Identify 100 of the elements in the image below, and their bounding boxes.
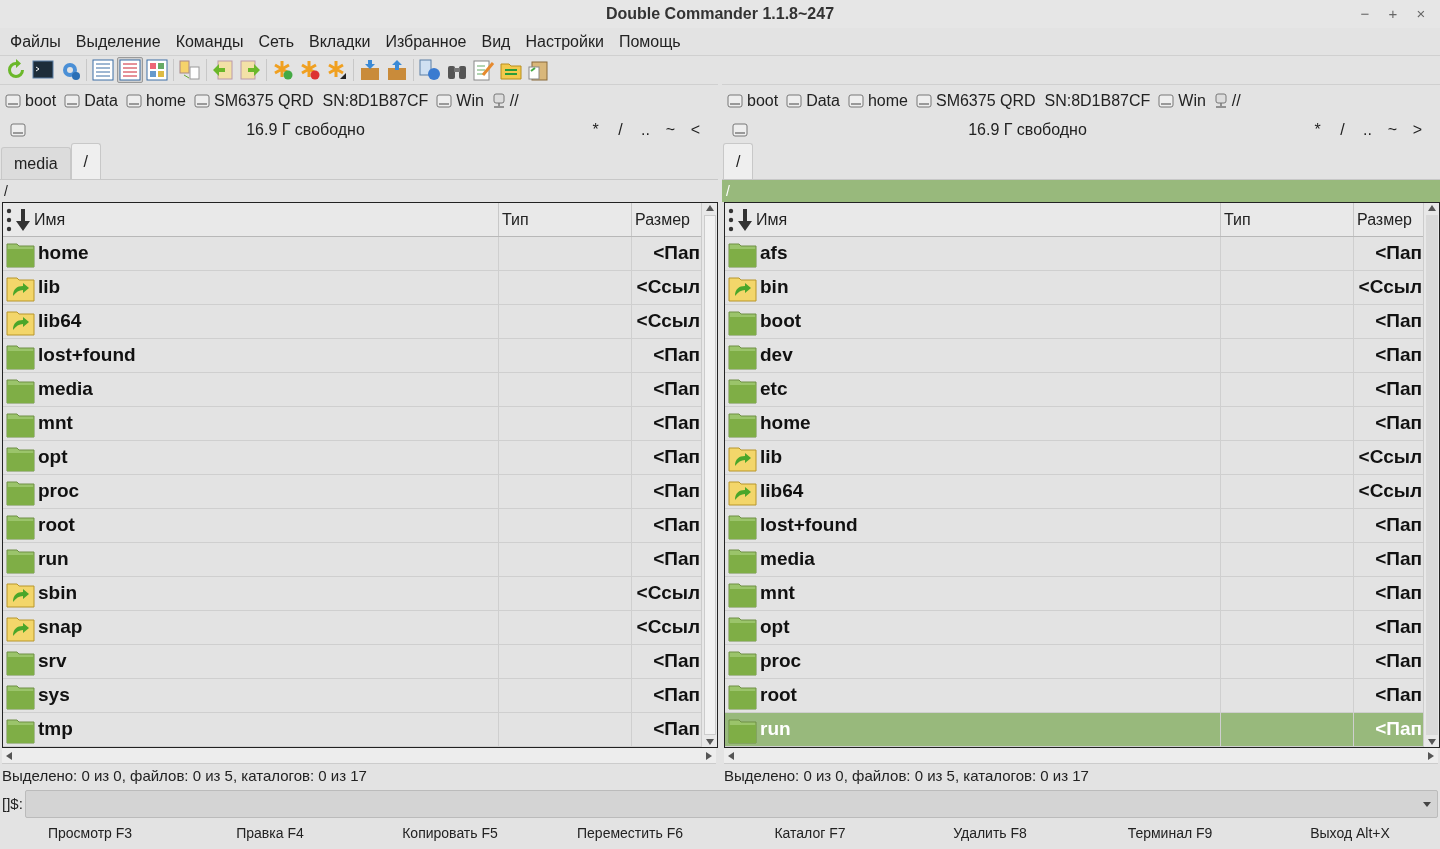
file-row[interactable]: media <Пап: [3, 373, 701, 407]
file-size: <Пап: [1375, 241, 1422, 266]
file-row[interactable]: snap <Ссыл: [3, 611, 701, 645]
file-row[interactable]: media <Пап: [725, 543, 1423, 577]
path-shortcut-button[interactable]: *: [583, 118, 608, 142]
drive-button[interactable]: Win: [1158, 88, 1206, 113]
function-key-button[interactable]: Копировать F5: [360, 822, 540, 844]
file-size: <Пап: [1375, 649, 1422, 674]
function-key-button[interactable]: Правка F4: [180, 822, 360, 844]
file-row[interactable]: sbin <Ссыл: [3, 577, 701, 611]
menu-item[interactable]: Настройки: [518, 29, 611, 54]
function-key-button[interactable]: Терминал F9: [1080, 822, 1260, 844]
tab[interactable]: media: [1, 147, 71, 179]
path-shortcut-button[interactable]: /: [608, 118, 633, 142]
command-input-field[interactable]: [24, 790, 1438, 818]
drive-button[interactable]: Win: [436, 88, 484, 113]
drive-button[interactable]: home: [125, 88, 186, 113]
file-size: <Ссыл: [636, 615, 700, 640]
horizontal-scrollbar[interactable]: [724, 748, 1438, 764]
function-key-button[interactable]: Просмотр F3: [0, 822, 180, 844]
file-row[interactable]: bin <Ссыл: [725, 271, 1423, 305]
file-row[interactable]: boot <Пап: [725, 305, 1423, 339]
file-row[interactable]: run <Пап: [3, 543, 701, 577]
file-name: lost+found: [760, 513, 858, 538]
file-row[interactable]: etc <Пап: [725, 373, 1423, 407]
function-key-button[interactable]: Удалить F8: [900, 822, 1080, 844]
column-header[interactable]: Тип: [1224, 207, 1251, 232]
drive-button[interactable]: SM6375 QRD SN:8D1B87CF: [915, 88, 1151, 113]
path-shortcut-button[interactable]: ~: [1380, 118, 1405, 142]
function-key-button[interactable]: Каталог F7: [720, 822, 900, 844]
file-row[interactable]: lib64 <Ссыл: [3, 305, 701, 339]
file-row[interactable]: srv <Пап: [3, 645, 701, 679]
file-row[interactable]: sys <Пап: [3, 679, 701, 713]
file-size: <Пап: [653, 479, 700, 504]
path-bar: /: [722, 180, 1440, 202]
vertical-scrollbar[interactable]: [1423, 203, 1439, 747]
drive-button[interactable]: Data: [786, 88, 840, 113]
column-header[interactable]: Размер: [635, 207, 690, 232]
path-shortcut-button[interactable]: /: [1330, 118, 1355, 142]
file-row[interactable]: opt <Пап: [725, 611, 1423, 645]
menu-item[interactable]: Команды: [168, 29, 251, 54]
file-row[interactable]: mnt <Пап: [725, 577, 1423, 611]
file-row[interactable]: root <Пап: [725, 679, 1423, 713]
file-row[interactable]: lib64 <Ссыл: [725, 475, 1423, 509]
drive-button[interactable]: SM6375 QRD SN:8D1B87CF: [193, 88, 429, 113]
drive-button[interactable]: boot: [5, 88, 57, 113]
horizontal-scrollbar[interactable]: [2, 748, 716, 764]
file-row[interactable]: proc <Пап: [3, 475, 701, 509]
path-shortcut-button[interactable]: ..: [1355, 118, 1380, 142]
path-shortcut-button[interactable]: <: [683, 118, 708, 142]
file-row[interactable]: lost+found <Пап: [725, 509, 1423, 543]
tab[interactable]: /: [70, 143, 102, 179]
drive-button[interactable]: boot: [727, 88, 779, 113]
file-row[interactable]: lost+found <Пап: [3, 339, 701, 373]
asterisk-minus-icon: [299, 59, 321, 81]
function-key-button[interactable]: Выход Alt+X: [1260, 822, 1440, 844]
file-row[interactable]: dev <Пап: [725, 339, 1423, 373]
file-size: <Пап: [653, 411, 700, 436]
drive-button[interactable]: //: [1213, 88, 1241, 113]
file-row[interactable]: home <Пап: [3, 237, 701, 271]
file-name: dev: [760, 343, 793, 368]
file-row[interactable]: home <Пап: [725, 407, 1423, 441]
close-button[interactable]: ×: [1408, 3, 1434, 25]
column-header[interactable]: Размер: [1357, 207, 1412, 232]
file-row[interactable]: proc <Пап: [725, 645, 1423, 679]
file-row[interactable]: root <Пап: [3, 509, 701, 543]
path-shortcut-button[interactable]: ..: [633, 118, 658, 142]
tab[interactable]: /: [723, 143, 754, 179]
file-name: run: [760, 717, 791, 742]
minimize-button[interactable]: −: [1352, 3, 1378, 25]
file-row[interactable]: afs <Пап: [725, 237, 1423, 271]
drive-button[interactable]: Data: [64, 88, 118, 113]
menu-item[interactable]: Вид: [474, 29, 518, 54]
vertical-scrollbar[interactable]: [701, 203, 717, 747]
drive-list-button[interactable]: [10, 121, 28, 139]
path-shortcut-button[interactable]: *: [1305, 118, 1330, 142]
drive-button[interactable]: //: [491, 88, 519, 113]
file-size: <Пап: [653, 377, 700, 402]
menu-item[interactable]: Избранное: [378, 29, 474, 54]
column-header[interactable]: Тип: [502, 207, 529, 232]
column-header[interactable]: Имя: [756, 207, 788, 232]
file-name: home: [760, 411, 811, 436]
column-header[interactable]: Имя: [34, 207, 66, 232]
file-row[interactable]: lib <Ссыл: [3, 271, 701, 305]
menu-item[interactable]: Файлы: [3, 29, 68, 54]
menu-item[interactable]: Выделение: [68, 29, 168, 54]
path-shortcut-button[interactable]: >: [1405, 118, 1430, 142]
menu-item[interactable]: Вкладки: [302, 29, 378, 54]
maximize-button[interactable]: +: [1380, 3, 1406, 25]
file-row[interactable]: tmp <Пап: [3, 713, 701, 747]
box-down-arrow-icon: [359, 59, 381, 81]
file-row[interactable]: lib <Ссыл: [725, 441, 1423, 475]
drive-button[interactable]: home: [847, 88, 908, 113]
file-row[interactable]: opt <Пап: [3, 441, 701, 475]
function-key-button[interactable]: Переместить F6: [540, 822, 720, 844]
file-row[interactable]: mnt <Пап: [3, 407, 701, 441]
drive-list-button[interactable]: [732, 121, 750, 139]
path-shortcut-button[interactable]: ~: [658, 118, 683, 142]
menu-item[interactable]: Помощь: [611, 29, 688, 54]
menu-item[interactable]: Сеть: [251, 29, 301, 54]
